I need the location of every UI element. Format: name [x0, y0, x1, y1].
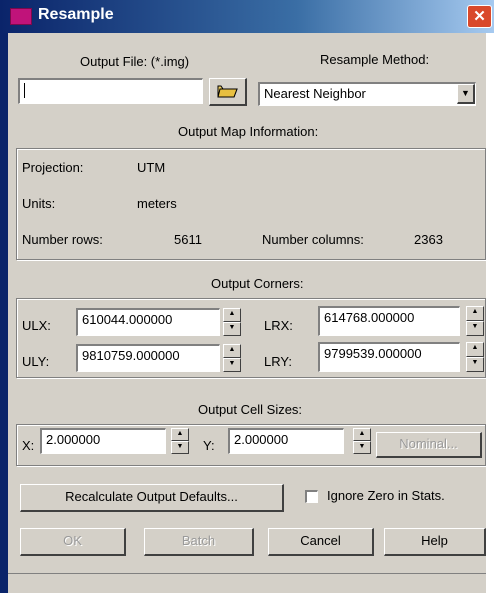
app-icon: [10, 8, 32, 25]
spin-up-icon[interactable]: ▲: [171, 428, 189, 441]
folder-open-icon: [216, 85, 238, 98]
nominal-button[interactable]: Nominal...: [376, 432, 482, 458]
uly-spinner[interactable]: ▲ ▼: [223, 344, 241, 372]
ignore-zero-checkbox[interactable]: [305, 490, 318, 503]
spin-down-icon[interactable]: ▼: [171, 441, 189, 454]
cell-y-spinner[interactable]: ▲ ▼: [353, 428, 371, 454]
ok-button[interactable]: OK: [20, 528, 126, 556]
units-label: Units:: [22, 196, 56, 211]
cell-x-input[interactable]: 2.000000: [40, 428, 166, 454]
browse-button[interactable]: [209, 78, 247, 106]
ulx-label: ULX:: [22, 318, 51, 333]
uly-input[interactable]: 9810759.000000: [76, 344, 220, 372]
cell-y-label: Y:: [203, 438, 215, 453]
window-title: Resample: [38, 6, 114, 23]
lry-label: LRY:: [264, 354, 292, 369]
cell-y-input[interactable]: 2.000000: [228, 428, 344, 454]
corners-heading: Output Corners:: [211, 276, 304, 291]
help-button[interactable]: Help: [384, 528, 486, 556]
status-bar: [8, 573, 486, 593]
cell-x-spinner[interactable]: ▲ ▼: [171, 428, 189, 454]
recalculate-defaults-button[interactable]: Recalculate Output Defaults...: [20, 484, 284, 512]
ignore-zero-label: Ignore Zero in Stats.: [327, 488, 445, 503]
spin-down-icon[interactable]: ▼: [466, 357, 484, 372]
spin-up-icon[interactable]: ▲: [466, 342, 484, 357]
rows-value: 5611: [174, 232, 202, 247]
cell-sizes-heading: Output Cell Sizes:: [198, 402, 303, 417]
map-info-heading: Output Map Information:: [178, 124, 319, 139]
ulx-input[interactable]: 610044.000000: [76, 308, 220, 336]
ulx-spinner[interactable]: ▲ ▼: [223, 308, 241, 336]
resample-method-label: Resample Method:: [320, 52, 430, 67]
resample-method-select[interactable]: Nearest Neighbor: [258, 82, 476, 106]
cell-x-label: X:: [22, 438, 35, 453]
output-file-label: Output File: (*.img): [80, 54, 190, 69]
lrx-spinner[interactable]: ▲ ▼: [466, 306, 484, 336]
cancel-button[interactable]: Cancel: [268, 528, 374, 556]
uly-label: ULY:: [22, 354, 50, 369]
spin-down-icon[interactable]: ▼: [353, 441, 371, 454]
spin-down-icon[interactable]: ▼: [223, 322, 241, 336]
spin-up-icon[interactable]: ▲: [223, 344, 241, 358]
spin-down-icon[interactable]: ▼: [223, 358, 241, 372]
spin-down-icon[interactable]: ▼: [466, 321, 484, 336]
resample-method-dropdown[interactable]: ▼: [457, 84, 475, 104]
text-cursor: [24, 83, 25, 99]
units-value: meters: [137, 196, 177, 211]
chevron-down-icon: ▼: [461, 88, 470, 98]
cols-value: 2363: [414, 232, 443, 247]
rows-label: Number rows:: [22, 232, 103, 247]
spin-up-icon[interactable]: ▲: [223, 308, 241, 322]
output-file-input[interactable]: [18, 78, 203, 104]
lrx-input[interactable]: 614768.000000: [318, 306, 460, 336]
window-edge: [0, 33, 8, 593]
batch-button[interactable]: Batch: [144, 528, 254, 556]
spin-up-icon[interactable]: ▲: [466, 306, 484, 321]
projection-value: UTM: [137, 160, 166, 175]
lrx-label: LRX:: [264, 318, 293, 333]
spin-up-icon[interactable]: ▲: [353, 428, 371, 441]
projection-label: Projection:: [22, 160, 84, 175]
resample-method-value: Nearest Neighbor: [264, 86, 366, 101]
lry-spinner[interactable]: ▲ ▼: [466, 342, 484, 372]
close-icon: ✕: [473, 8, 486, 25]
lry-input[interactable]: 9799539.000000: [318, 342, 460, 372]
close-button[interactable]: ✕: [467, 5, 492, 28]
cols-label: Number columns:: [262, 232, 364, 247]
